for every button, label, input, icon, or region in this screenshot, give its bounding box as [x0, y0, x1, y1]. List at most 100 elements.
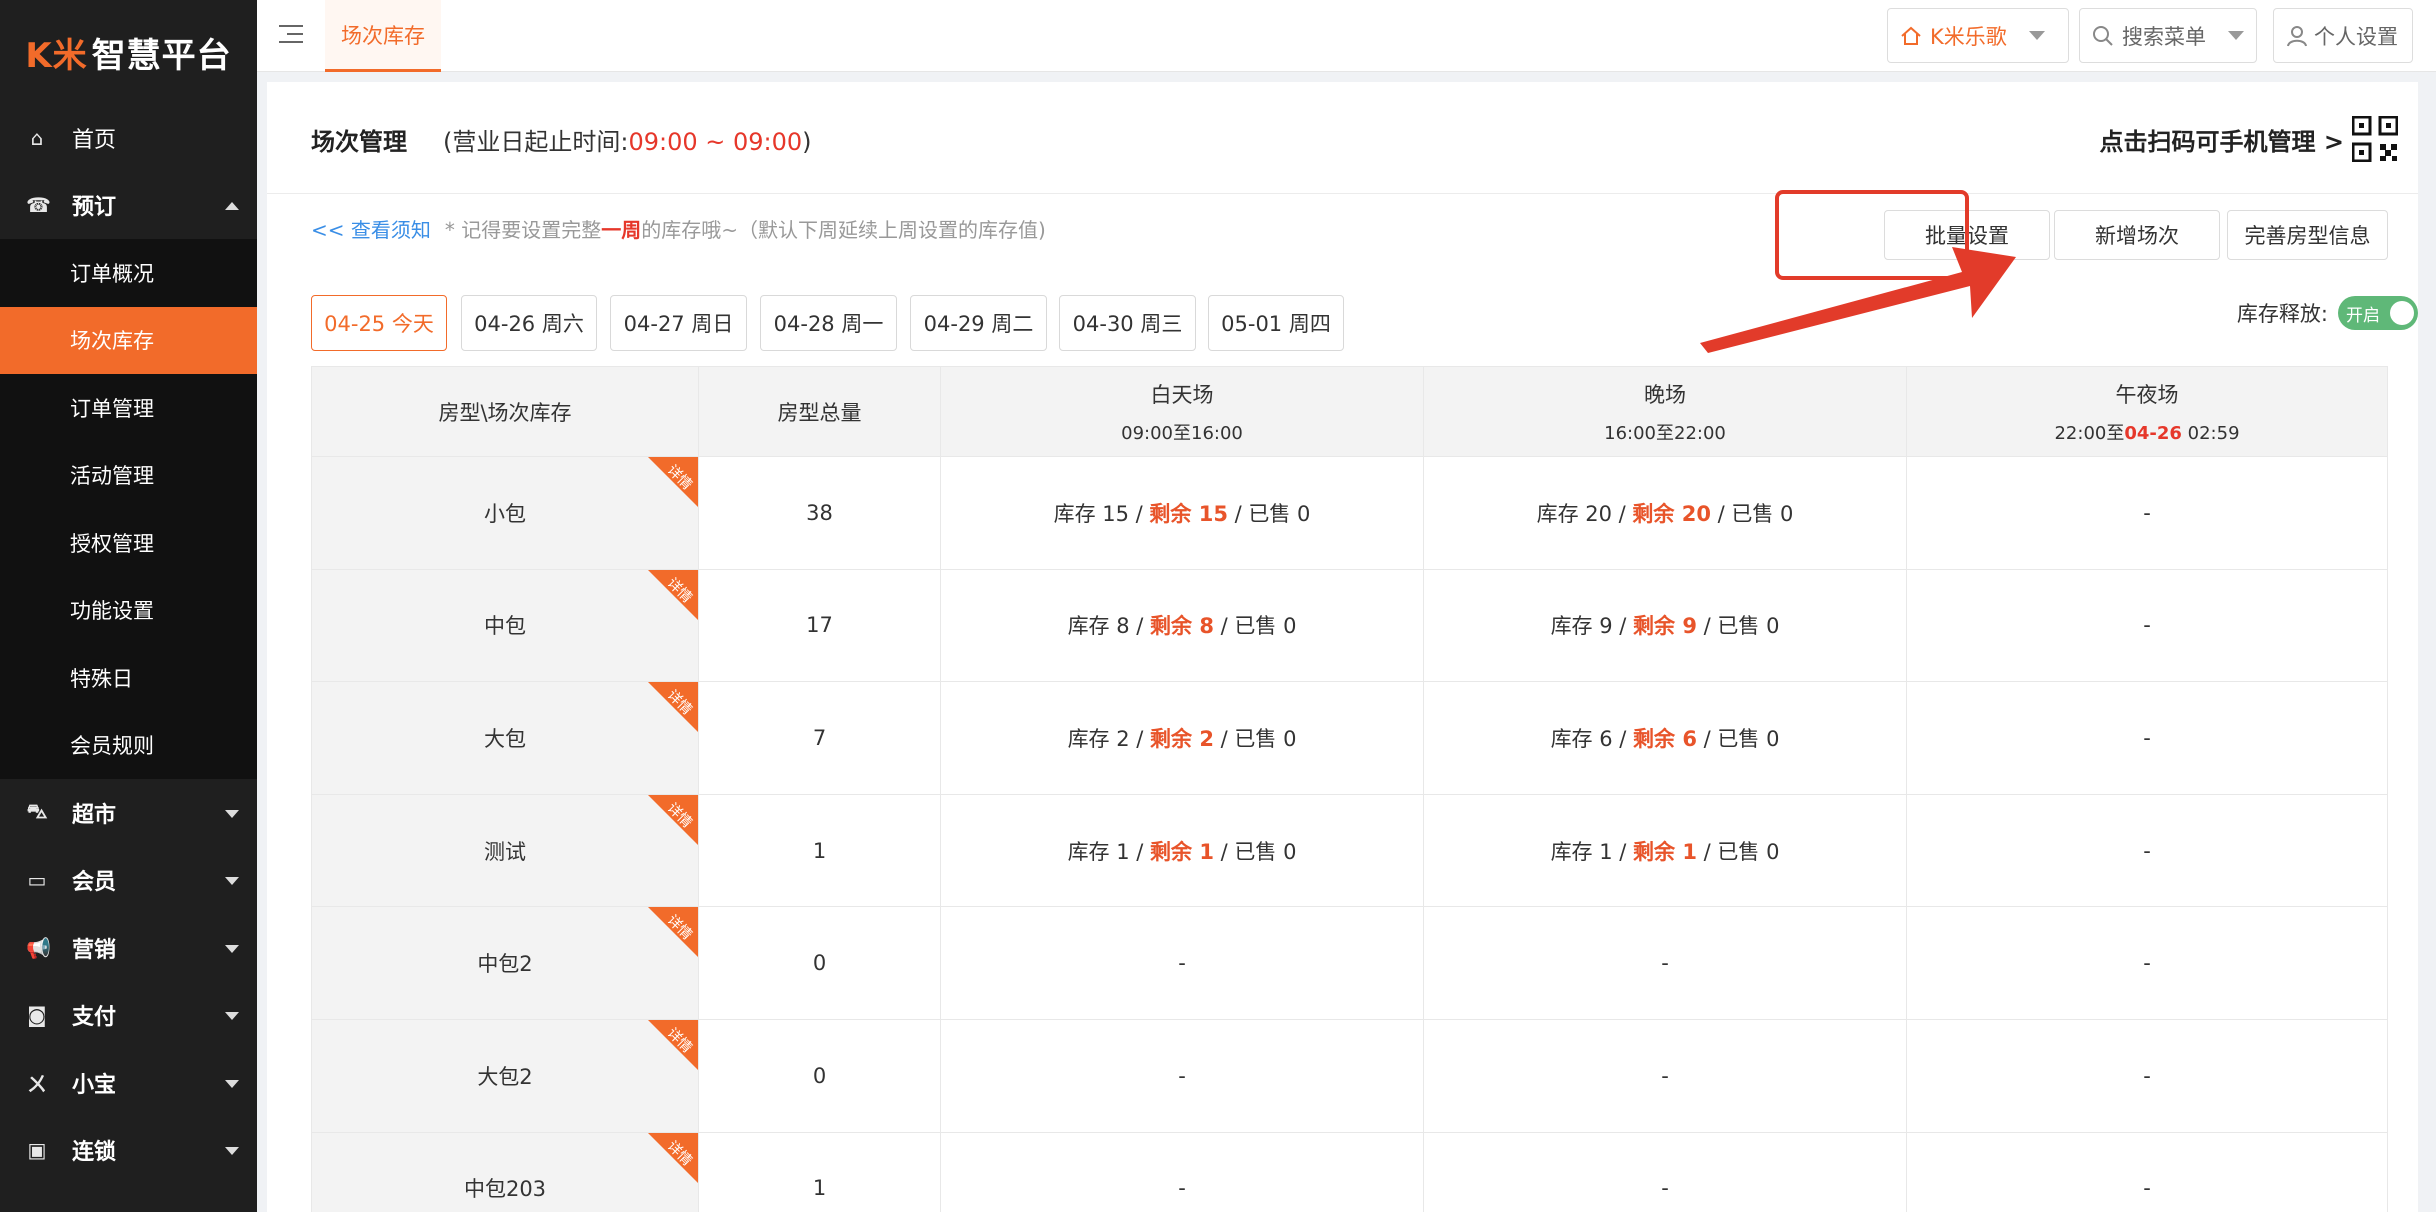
sidebar-item-label: 场次库存: [70, 329, 154, 354]
sold-count: / 已售 0: [1213, 839, 1297, 864]
day-session-cell: 库存 2 / 剩余 2 / 已售 0: [940, 681, 1424, 795]
sidebar-item-activity-management[interactable]: 活动管理: [0, 442, 257, 510]
detail-ribbon-label: 详情: [663, 912, 695, 944]
sidebar-item-function-settings[interactable]: 功能设置: [0, 577, 257, 645]
sold-count: / 已售 0: [1227, 501, 1311, 526]
logo-text: 智慧平台: [91, 35, 232, 76]
detail-ribbon[interactable]: 详情: [648, 457, 698, 507]
col-header-night: 晚场 16:00至22:00: [1423, 366, 1907, 457]
sold-count: / 已售 0: [1696, 614, 1780, 639]
personal-settings-button[interactable]: 个人设置: [2273, 8, 2413, 63]
sidebar-item-booking[interactable]: ☎ 预订: [0, 172, 257, 240]
notice-text: * 记得要设置完整: [444, 218, 602, 242]
sold-count: / 已售 0: [1696, 726, 1780, 751]
night-session-cell: -: [1423, 1018, 1907, 1133]
menu-toggle-icon[interactable]: [279, 22, 303, 46]
room-total-cell: 0: [698, 906, 941, 1020]
room-total-cell: 17: [698, 568, 941, 683]
booking-icon: ☎: [26, 193, 51, 218]
stock-count: 库存 6 /: [1550, 726, 1634, 751]
sidebar-item-label: 会员: [72, 870, 117, 896]
remaining-count: 剩余 9: [1633, 614, 1697, 639]
room-total-cell: 38: [698, 456, 941, 570]
room-name: 中包2: [477, 952, 533, 977]
view-notes-link[interactable]: << 查看须知: [311, 218, 431, 242]
search-menu[interactable]: 搜索菜单: [2079, 8, 2257, 63]
qr-manage-link[interactable]: 点击扫码可手机管理 >: [2100, 122, 2344, 157]
sidebar-item-label: 功能设置: [70, 599, 154, 624]
midnight-session-cell: -: [1906, 568, 2388, 683]
date-tab-0[interactable]: 04-25 今天: [311, 295, 447, 351]
detail-ribbon[interactable]: 详情: [648, 1133, 698, 1183]
date-tab-5[interactable]: 04-30 周三: [1059, 295, 1196, 351]
sidebar-item-supermarket[interactable]: ⛍ 超市: [0, 779, 257, 847]
session-stock-table: 房型\场次库存 房型总量 白天场 09:00至16:00 晚场 16:00至22:0…: [311, 366, 2388, 1212]
store-select[interactable]: K米乐歌: [1887, 8, 2069, 63]
room-total-cell: 7: [698, 681, 941, 795]
sidebar-item-marketing[interactable]: 📢 营销: [0, 914, 257, 982]
table-row: 中包2 详情 0- - -: [311, 906, 2388, 1020]
room-info-button[interactable]: 完善房型信息: [2227, 210, 2388, 260]
money-icon: ◙: [27, 1003, 47, 1028]
add-session-button[interactable]: 新增场次: [2054, 210, 2220, 260]
remaining-count: 剩余 20: [1632, 501, 1711, 526]
sidebar-item-member-rules[interactable]: 会员规则: [0, 712, 257, 780]
table-row: 中包203 详情 1- - -: [311, 1131, 2388, 1212]
stock-release-toggle[interactable]: 开启: [2338, 296, 2418, 330]
remaining-count: 剩余 1: [1633, 839, 1697, 864]
caret-down-icon: [225, 944, 239, 953]
room-total-cell: 1: [698, 1131, 941, 1212]
night-session-cell: 库存 1 / 剩余 1 / 已售 0: [1423, 793, 1907, 908]
session-time: 22:00至04-26 02:59: [1907, 419, 2387, 445]
detail-ribbon[interactable]: 详情: [648, 907, 698, 958]
search-icon: [2093, 25, 2113, 46]
sidebar-item-special-days[interactable]: 特殊日: [0, 644, 257, 712]
date-tab-6[interactable]: 05-01 周四: [1208, 295, 1344, 351]
session-name: 晚场: [1644, 382, 1686, 407]
night-session-cell: 库存 6 / 剩余 6 / 已售 0: [1423, 681, 1907, 795]
sidebar-item-authorization[interactable]: 授权管理: [0, 509, 257, 577]
date-tab-3[interactable]: 04-28 周一: [760, 295, 897, 351]
room-name: 大包: [484, 726, 526, 751]
date-tab-1[interactable]: 04-26 周六: [461, 295, 597, 351]
detail-ribbon[interactable]: 详情: [648, 1020, 698, 1070]
sidebar: K米 智慧平台 ⌂ 首页 ☎ 预订 订单概况 场次库存 订单管理 活动管理 授权…: [0, 0, 257, 1212]
sidebar-item-label: 活动管理: [70, 464, 154, 489]
day-session-cell: -: [940, 906, 1424, 1020]
detail-ribbon[interactable]: 详情: [648, 570, 698, 620]
caret-up-icon: [225, 202, 239, 211]
sidebar-item-payment[interactable]: ◙ 支付: [0, 982, 257, 1050]
home-icon: ⌂: [30, 125, 44, 150]
room-name-cell: 测试 详情: [311, 793, 699, 908]
sidebar-item-label: 小宝: [72, 1072, 117, 1098]
midnight-session-cell: -: [1906, 681, 2388, 795]
date-tab-4[interactable]: 04-29 周二: [910, 295, 1047, 351]
stock-count: 库存 9 /: [1550, 614, 1634, 639]
sidebar-item-chain[interactable]: ▣ 连锁: [0, 1117, 257, 1185]
detail-ribbon-label: 详情: [663, 462, 695, 494]
room-name: 小包: [484, 501, 526, 526]
remaining-count: 剩余 8: [1150, 614, 1214, 639]
session-name: 白天场: [1150, 382, 1214, 407]
sidebar-item-xiaobao[interactable]: ㄨ 小宝: [0, 1049, 257, 1117]
sidebar-item-home[interactable]: ⌂ 首页: [0, 104, 257, 172]
sidebar-item-session-stock[interactable]: 场次库存: [0, 306, 257, 374]
room-total-cell: 0: [698, 1018, 941, 1133]
qr-code-icon[interactable]: [2352, 116, 2398, 162]
date-tab-2[interactable]: 04-27 周日: [610, 295, 747, 351]
sidebar-item-order-overview[interactable]: 订单概况: [0, 239, 257, 307]
room-name-cell: 中包203 详情: [311, 1131, 699, 1212]
tab-session-stock[interactable]: 场次库存: [325, 0, 441, 72]
table-row: 中包 详情 17 库存 8 / 剩余 8 / 已售 0 库存 9 / 剩余 9 / 已售…: [311, 568, 2388, 683]
room-name-cell: 中包 详情: [311, 568, 699, 683]
search-menu-label: 搜索菜单: [2122, 24, 2206, 49]
sidebar-item-order-management[interactable]: 订单管理: [0, 374, 257, 442]
session-time: 16:00至22:00: [1604, 422, 1726, 444]
col-header-total: 房型总量: [698, 366, 941, 457]
sidebar-item-member[interactable]: ▭ 会员: [0, 847, 257, 915]
detail-ribbon[interactable]: 详情: [648, 682, 698, 733]
room-name: 测试: [484, 839, 526, 864]
business-hours-suffix: ): [802, 128, 812, 156]
top-bar: 场次库存 K米乐歌 搜索菜单 个人设置: [257, 0, 2436, 72]
detail-ribbon[interactable]: 详情: [648, 795, 698, 845]
